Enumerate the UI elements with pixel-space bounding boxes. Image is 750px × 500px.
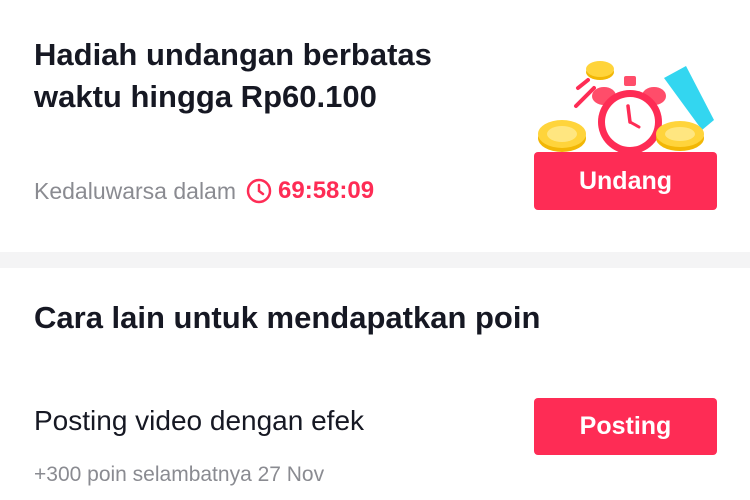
countdown-timer: 69:58:09 [278,177,375,204]
invite-title: Hadiah undangan berbatas waktu hingga Rp… [34,37,432,114]
task-title: Posting video dengan efek [34,405,365,436]
section-divider [0,252,750,268]
expiry-label: Kedaluwarsa dalam [34,177,237,204]
section-title: Cara lain untuk mendapatkan poin [34,300,541,335]
expiry-row: Kedaluwarsa dalam 69:58:09 [34,174,374,208]
invite-button[interactable]: Undang [534,152,717,210]
task-reward-deadline: +300 poin selambatnya 27 Nov [34,463,325,486]
alarm-clock-coins-illustration [536,58,722,158]
clock-icon [246,178,272,204]
post-button[interactable]: Posting [534,398,717,455]
